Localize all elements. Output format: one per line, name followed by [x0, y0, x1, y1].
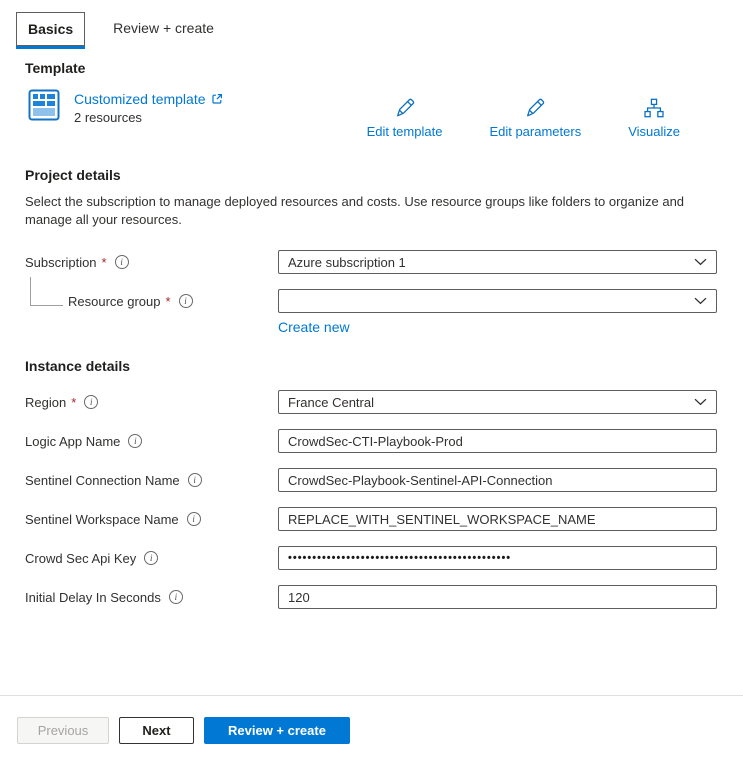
initial-delay-row: Initial Delay In Seconds i: [25, 585, 717, 609]
sentinel-workspace-name-label: Sentinel Workspace Name: [25, 512, 179, 527]
required-asterisk: *: [102, 255, 107, 270]
customized-template-link[interactable]: Customized template: [74, 91, 206, 107]
sentinel-connection-name-input[interactable]: [278, 468, 717, 492]
info-icon[interactable]: i: [128, 434, 142, 448]
resource-group-row: Resource group * i: [25, 289, 717, 313]
info-icon[interactable]: i: [188, 473, 202, 487]
subscription-row: Subscription * i Azure subscription 1: [25, 250, 717, 274]
region-label: Region: [25, 395, 66, 410]
resource-group-select[interactable]: [278, 289, 717, 313]
template-section-heading: Template: [25, 60, 717, 76]
instance-details-heading: Instance details: [25, 358, 717, 374]
crowdsec-api-key-row: Crowd Sec Api Key i: [25, 546, 717, 570]
subscription-label: Subscription: [25, 255, 97, 270]
sentinel-connection-name-row: Sentinel Connection Name i: [25, 468, 717, 492]
chevron-down-icon: [694, 297, 707, 305]
visualize-icon: [643, 97, 665, 119]
hierarchy-connector-line: [30, 277, 63, 306]
initial-delay-label: Initial Delay In Seconds: [25, 590, 161, 605]
external-link-icon: [211, 93, 223, 105]
visualize-label: Visualize: [628, 124, 680, 139]
template-icon: [28, 89, 60, 121]
required-asterisk: *: [166, 294, 171, 309]
info-icon[interactable]: i: [187, 512, 201, 526]
info-icon[interactable]: i: [144, 551, 158, 565]
edit-template-button[interactable]: Edit template: [367, 97, 443, 139]
next-button[interactable]: Next: [119, 717, 194, 744]
logic-app-name-row: Logic App Name i: [25, 429, 717, 453]
info-icon[interactable]: i: [84, 395, 98, 409]
tab-list: Basics Review + create: [0, 0, 743, 46]
crowdsec-api-key-input[interactable]: [278, 546, 717, 570]
region-row: Region * i France Central: [25, 390, 717, 414]
crowdsec-api-key-label: Crowd Sec Api Key: [25, 551, 136, 566]
edit-parameters-label: Edit parameters: [489, 124, 581, 139]
edit-parameters-button[interactable]: Edit parameters: [489, 97, 581, 139]
pencil-icon: [524, 97, 546, 119]
info-icon[interactable]: i: [115, 255, 129, 269]
chevron-down-icon: [694, 398, 707, 406]
template-actions: Edit template Edit parameters: [367, 97, 680, 139]
info-icon[interactable]: i: [179, 294, 193, 308]
initial-delay-input[interactable]: [278, 585, 717, 609]
review-create-button[interactable]: Review + create: [204, 717, 350, 744]
logic-app-name-input[interactable]: [278, 429, 717, 453]
template-resource-count: 2 resources: [74, 110, 223, 125]
template-row: Customized template 2 resources: [25, 89, 717, 139]
sentinel-connection-name-label: Sentinel Connection Name: [25, 473, 180, 488]
chevron-down-icon: [694, 258, 707, 266]
edit-template-label: Edit template: [367, 124, 443, 139]
create-new-link[interactable]: Create new: [278, 319, 350, 335]
sentinel-workspace-name-input[interactable]: [278, 507, 717, 531]
previous-button[interactable]: Previous: [17, 717, 109, 744]
wizard-footer: Previous Next Review + create: [0, 695, 743, 758]
required-asterisk: *: [71, 395, 76, 410]
subscription-select[interactable]: Azure subscription 1: [278, 250, 717, 274]
visualize-button[interactable]: Visualize: [628, 97, 680, 139]
sentinel-workspace-name-row: Sentinel Workspace Name i: [25, 507, 717, 531]
region-select[interactable]: France Central: [278, 390, 717, 414]
info-icon[interactable]: i: [169, 590, 183, 604]
project-details-description: Select the subscription to manage deploy…: [25, 193, 717, 229]
tab-review-create[interactable]: Review + create: [102, 12, 225, 44]
tab-basics[interactable]: Basics: [16, 12, 85, 46]
logic-app-name-label: Logic App Name: [25, 434, 120, 449]
resource-group-label: Resource group: [68, 294, 161, 309]
subscription-selected-value: Azure subscription 1: [288, 255, 694, 270]
project-details-heading: Project details: [25, 167, 717, 183]
region-selected-value: France Central: [288, 395, 694, 410]
pencil-icon: [394, 97, 416, 119]
